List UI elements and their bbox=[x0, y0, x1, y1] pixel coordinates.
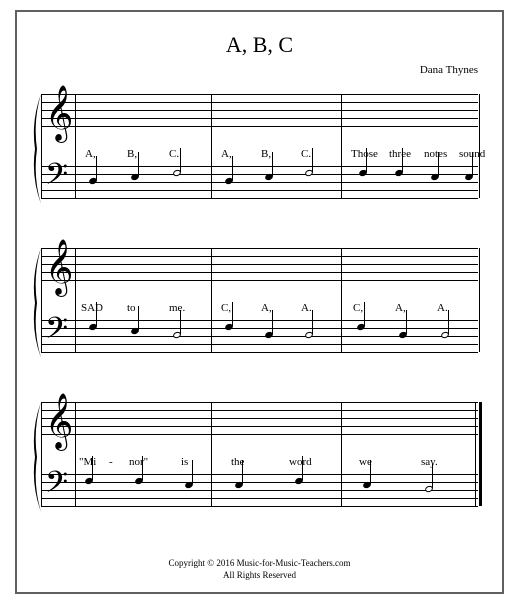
barline bbox=[41, 94, 42, 198]
barline bbox=[41, 402, 42, 506]
barline bbox=[41, 248, 42, 352]
barline bbox=[75, 94, 76, 198]
note-stem bbox=[448, 310, 449, 334]
lyric-syllable: say. bbox=[421, 456, 438, 468]
lyric-syllable: C. bbox=[301, 148, 311, 160]
note-stem bbox=[272, 310, 273, 334]
lyric-syllable: A, bbox=[395, 302, 406, 314]
composer-name: Dana Thynes bbox=[41, 64, 478, 76]
lyric-syllable: A. bbox=[301, 302, 312, 314]
lyric-syllable: "Mi bbox=[79, 456, 96, 468]
lyric-syllable: three bbox=[389, 148, 411, 160]
note-stem bbox=[272, 152, 273, 176]
barline bbox=[341, 402, 342, 506]
barline bbox=[479, 94, 480, 198]
note-stem bbox=[138, 152, 139, 176]
copyright-notice: Copyright © 2016 Music-for-Music-Teacher… bbox=[17, 557, 502, 582]
lyric-syllable: word bbox=[289, 456, 312, 468]
lyric-syllable: A, bbox=[221, 148, 232, 160]
lyric-syllable: SAD bbox=[81, 302, 103, 314]
music-systems: 𝄞𝄢A,B,C.A,B,C.Thosethreenotessound𝄞𝄢SADt… bbox=[41, 94, 478, 522]
note-stem bbox=[312, 310, 313, 334]
note-stem bbox=[232, 156, 233, 180]
lyric-syllable: nor" bbox=[129, 456, 148, 468]
system-3: 𝄞𝄢"Minor"isthewordwesay.- bbox=[41, 402, 478, 522]
lyric-syllable: is bbox=[181, 456, 188, 468]
brace-icon bbox=[31, 248, 41, 368]
copyright-line-2: All Rights Reserved bbox=[17, 569, 502, 582]
lyric-syllable: C, bbox=[353, 302, 363, 314]
lyric-syllable: notes bbox=[424, 148, 447, 160]
barline bbox=[341, 94, 342, 198]
note-stem bbox=[366, 148, 367, 172]
note-stem bbox=[312, 148, 313, 172]
lyric-syllable: C. bbox=[169, 148, 179, 160]
note-stem bbox=[406, 310, 407, 334]
barline bbox=[211, 402, 212, 506]
barline bbox=[75, 248, 76, 352]
note-stem bbox=[370, 460, 371, 484]
note-stem bbox=[142, 456, 143, 480]
note-stem bbox=[92, 456, 93, 480]
note-stem bbox=[438, 152, 439, 176]
barline bbox=[211, 248, 212, 352]
lyric-syllable: B, bbox=[127, 148, 137, 160]
barline bbox=[479, 248, 480, 352]
lyric-syllable: me. bbox=[169, 302, 185, 314]
lyric-syllable: C, bbox=[221, 302, 231, 314]
note-stem bbox=[96, 156, 97, 180]
note-stem bbox=[402, 148, 403, 172]
note-stem bbox=[432, 464, 433, 488]
note-stem bbox=[96, 302, 97, 326]
barline bbox=[341, 248, 342, 352]
note-stem bbox=[242, 460, 243, 484]
note-stem bbox=[138, 306, 139, 330]
lyric-syllable: A. bbox=[437, 302, 448, 314]
lyric-syllable: to bbox=[127, 302, 136, 314]
lyric-syllable: A, bbox=[85, 148, 96, 160]
brace-icon bbox=[31, 94, 41, 214]
note-stem bbox=[180, 310, 181, 334]
song-title: A, B, C bbox=[41, 32, 478, 58]
note-stem bbox=[472, 152, 473, 176]
lyric-syllable: B, bbox=[261, 148, 271, 160]
note-stem bbox=[192, 460, 193, 484]
note-stem bbox=[364, 302, 365, 326]
lyric-syllable: A, bbox=[261, 302, 272, 314]
system-2: 𝄞𝄢SADtome.C,A,A.C,A,A. bbox=[41, 248, 478, 368]
brace-icon bbox=[31, 402, 41, 522]
note-stem bbox=[302, 456, 303, 480]
copyright-line-1: Copyright © 2016 Music-for-Music-Teacher… bbox=[17, 557, 502, 570]
barline bbox=[75, 402, 76, 506]
note-stem bbox=[232, 302, 233, 326]
lyric-syllable: Those bbox=[351, 148, 378, 160]
barline bbox=[211, 94, 212, 198]
lyric-hyphen: - bbox=[109, 456, 113, 468]
note-stem bbox=[180, 148, 181, 172]
sheet-music-page: A, B, C Dana Thynes 𝄞𝄢A,B,C.A,B,C.Thoset… bbox=[15, 10, 504, 594]
system-1: 𝄞𝄢A,B,C.A,B,C.Thosethreenotessound bbox=[41, 94, 478, 214]
